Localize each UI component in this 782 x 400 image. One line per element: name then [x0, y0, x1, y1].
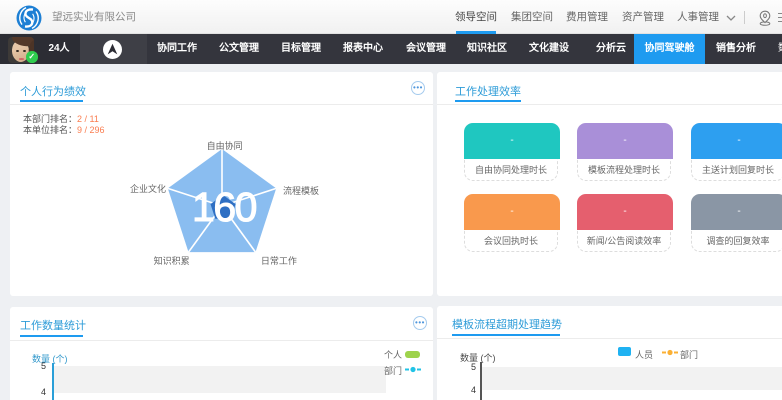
svg-text:160: 160 — [192, 184, 257, 230]
